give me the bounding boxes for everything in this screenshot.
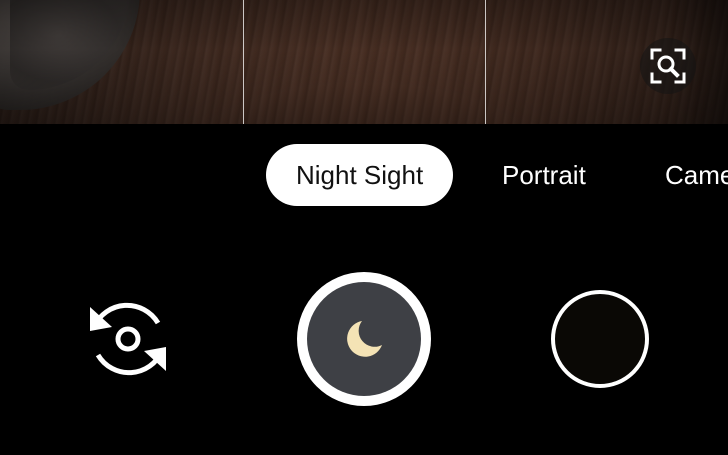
shutter-button[interactable]: [297, 272, 431, 406]
grid-line-right: [485, 0, 486, 124]
viewfinder-vignette: [0, 0, 728, 124]
moon-icon: [347, 321, 382, 357]
shutter-inner: [307, 282, 421, 396]
mode-camera[interactable]: Came: [665, 144, 728, 206]
camera-screen: Night Sight Portrait Came: [0, 0, 728, 455]
mode-selector: Night Sight Portrait Came: [0, 144, 728, 206]
mode-night-sight[interactable]: Night Sight: [266, 144, 454, 206]
switch-camera-button[interactable]: [82, 293, 174, 385]
mode-portrait[interactable]: Portrait: [502, 144, 586, 206]
gallery-thumbnail[interactable]: [551, 290, 649, 388]
zoom-search-icon: [650, 48, 686, 84]
switch-camera-icon: [90, 302, 166, 376]
viewfinder[interactable]: [0, 0, 728, 124]
zoom-button[interactable]: [640, 38, 696, 94]
grid-line-left: [243, 0, 244, 124]
